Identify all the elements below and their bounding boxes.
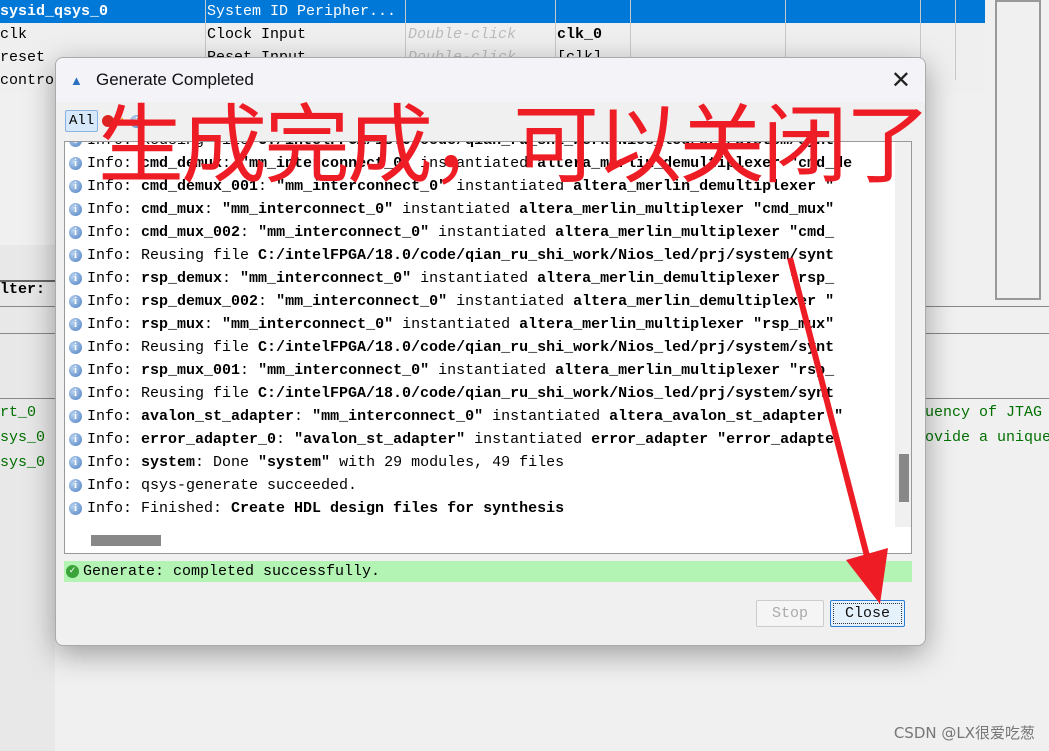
watermark: CSDN @LX很爱吃葱 [893,724,1035,742]
annotation-arrow [787,257,888,604]
